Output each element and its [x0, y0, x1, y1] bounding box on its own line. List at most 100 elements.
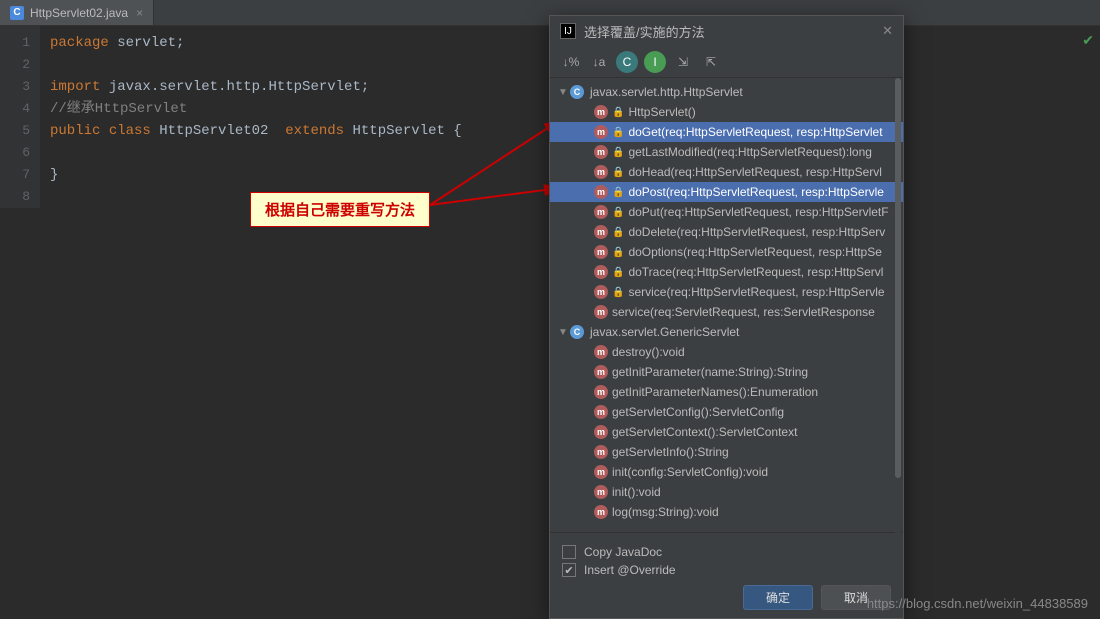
expand-all-icon[interactable]: ⇲ — [672, 51, 694, 73]
tree-item-label: service(req:HttpServletRequest, resp:Htt… — [628, 285, 884, 299]
tree-method-row[interactable]: m 🔒 HttpServlet() — [550, 102, 903, 122]
tree-method-row[interactable]: m 🔒 service(req:HttpServletRequest, resp:H… — [550, 282, 903, 302]
tree-method-row[interactable]: m log(msg:String):void — [550, 502, 903, 522]
lock-icon: 🔒 — [612, 267, 624, 278]
method-icon: m — [594, 285, 608, 299]
tree-class-row[interactable]: ▼Cjavax.servlet.http.HttpServlet — [550, 82, 903, 102]
method-icon: m — [594, 445, 608, 459]
method-icon: m — [594, 305, 608, 319]
tree-method-row[interactable]: m init(config:ServletConfig):void — [550, 462, 903, 482]
tree-method-row[interactable]: m🔒getLastModified(req:HttpServletRequest… — [550, 142, 903, 162]
scrollbar[interactable] — [895, 78, 901, 558]
tree-method-row[interactable]: m 🔒 doTrace(req:HttpServletRequest, resp:H… — [550, 262, 903, 282]
tree-item-label: doOptions(req:HttpServletRequest, resp:H… — [628, 245, 881, 259]
tree-item-label: getServletConfig():ServletConfig — [612, 405, 784, 419]
tree-method-row[interactable]: m 🔒 doPut(req:HttpServletRequest, resp:Htt… — [550, 202, 903, 222]
method-tree[interactable]: ▼Cjavax.servlet.http.HttpServletm🔒HttpSe… — [550, 78, 903, 532]
tree-method-row[interactable]: m getInitParameter(name:String):String — [550, 362, 903, 382]
lock-icon: 🔒 — [612, 187, 624, 198]
method-icon: m — [594, 345, 608, 359]
chevron-down-icon[interactable]: ▼ — [558, 87, 568, 98]
copy-javadoc-checkbox[interactable]: Copy JavaDoc — [562, 545, 891, 559]
tree-item-label: getLastModified(req:HttpServletRequest):… — [628, 145, 871, 159]
collapse-all-icon[interactable]: ⇱ — [700, 51, 722, 73]
class-icon: C — [570, 85, 584, 99]
lock-icon: 🔒 — [612, 147, 624, 158]
tree-method-row[interactable]: m 🔒 doPost(req:HttpServletRequest, resp:Ht… — [550, 182, 903, 202]
tree-method-row[interactable]: m service(req:ServletRequest, res:Servlet… — [550, 302, 903, 322]
intellij-icon: IJ — [560, 23, 576, 39]
tree-item-label: init():void — [612, 485, 661, 499]
tree-item-label: doGet(req:HttpServletRequest, resp:HttpS… — [628, 125, 882, 139]
checkbox-icon[interactable]: ✔ — [562, 563, 576, 577]
ok-button[interactable]: 确定 — [743, 585, 813, 610]
watermark: https://blog.csdn.net/weixin_44838589 — [867, 596, 1088, 611]
method-icon: m — [594, 485, 608, 499]
method-icon: m — [594, 465, 608, 479]
dialog-toolbar: ↓% ↓a C I ⇲ ⇱ — [550, 46, 903, 78]
tree-method-row[interactable]: mgetServletContext():ServletContext — [550, 422, 903, 442]
tree-item-label: doPut(req:HttpServletRequest, resp:HttpS… — [628, 205, 888, 219]
tree-item-label: HttpServlet() — [628, 105, 695, 119]
lock-icon: 🔒 — [612, 247, 624, 258]
editor-tab[interactable]: C HttpServlet02.java × — [0, 0, 154, 25]
method-icon: m — [594, 505, 608, 519]
chevron-down-icon[interactable]: ▼ — [558, 327, 568, 338]
sort-icon[interactable]: ↓% — [560, 51, 582, 73]
method-icon: m — [594, 405, 608, 419]
tree-method-row[interactable]: m getServletInfo():String — [550, 442, 903, 462]
close-icon[interactable]: ✕ — [882, 23, 893, 39]
tree-class-row[interactable]: ▼Cjavax.servlet.GenericServlet — [550, 322, 903, 342]
checkbox-icon[interactable] — [562, 545, 576, 559]
lock-icon: 🔒 — [612, 287, 624, 298]
lock-icon: 🔒 — [612, 227, 624, 238]
tree-method-row[interactable]: m 🔒 doOptions(req:HttpServletRequest, resp… — [550, 242, 903, 262]
method-icon: m — [594, 105, 608, 119]
callout-annotation: 根据自己需要重写方法 — [250, 192, 430, 227]
method-icon: m — [594, 385, 608, 399]
dialog-footer: Copy JavaDoc ✔ Insert @Override 确定 取消 — [550, 532, 903, 618]
dialog-titlebar[interactable]: IJ 选择覆盖/实施的方法 ✕ — [550, 16, 903, 46]
tree-item-label: init(config:ServletConfig):void — [612, 465, 768, 479]
inspection-ok-icon: ✔ — [1082, 32, 1094, 49]
sort-alpha-icon[interactable]: ↓a — [588, 51, 610, 73]
method-icon: m — [594, 165, 608, 179]
lock-icon: 🔒 — [612, 167, 624, 178]
tree-item-label: doPost(req:HttpServletRequest, resp:Http… — [628, 185, 883, 199]
tree-method-row[interactable]: m getInitParameterNames():Enumeration — [550, 382, 903, 402]
method-icon: m — [594, 265, 608, 279]
tree-item-label: destroy():void — [612, 345, 685, 359]
override-methods-dialog: IJ 选择覆盖/实施的方法 ✕ ↓% ↓a C I ⇲ ⇱ ▼Cjavax.se… — [549, 15, 904, 619]
tree-method-row[interactable]: m init():void — [550, 482, 903, 502]
method-icon: m — [594, 365, 608, 379]
method-icon: m — [594, 425, 608, 439]
tree-item-label: doDelete(req:HttpServletRequest, resp:Ht… — [628, 225, 885, 239]
tree-item-label: getServletInfo():String — [612, 445, 729, 459]
method-icon: m — [594, 245, 608, 259]
java-class-icon: C — [10, 6, 24, 20]
tree-item-label: log(msg:String):void — [612, 505, 719, 519]
tree-method-row[interactable]: m destroy():void — [550, 342, 903, 362]
method-icon: m — [594, 205, 608, 219]
tree-item-label: getInitParameter(name:String):String — [612, 365, 808, 379]
insert-override-checkbox[interactable]: ✔ Insert @Override — [562, 563, 891, 577]
tree-method-row[interactable]: m🔒doHead(req:HttpServletRequest, resp:Ht… — [550, 162, 903, 182]
tree-item-label: javax.servlet.http.HttpServlet — [590, 85, 743, 99]
tab-filename: HttpServlet02.java — [30, 6, 128, 20]
tree-item-label: service(req:ServletRequest, res:ServletR… — [612, 305, 875, 319]
filter-class-icon[interactable]: C — [616, 51, 638, 73]
tree-method-row[interactable]: m🔒doDelete(req:HttpServletRequest, resp:… — [550, 222, 903, 242]
method-icon: m — [594, 125, 608, 139]
tree-method-row[interactable]: m getServletConfig():ServletConfig — [550, 402, 903, 422]
line-gutter: 1 2 3 4 5 6 7 8 — [0, 26, 40, 208]
tree-item-label: getInitParameterNames():Enumeration — [612, 385, 818, 399]
class-icon: C — [570, 325, 584, 339]
close-icon[interactable]: × — [136, 6, 143, 20]
tree-method-row[interactable]: m🔒doGet(req:HttpServletRequest, resp:Htt… — [550, 122, 903, 142]
filter-interface-icon[interactable]: I — [644, 51, 666, 73]
lock-icon: 🔒 — [612, 107, 624, 118]
tree-item-label: javax.servlet.GenericServlet — [590, 325, 739, 339]
method-icon: m — [594, 185, 608, 199]
tree-item-label: doTrace(req:HttpServletRequest, resp:Htt… — [628, 265, 883, 279]
lock-icon: 🔒 — [612, 207, 624, 218]
